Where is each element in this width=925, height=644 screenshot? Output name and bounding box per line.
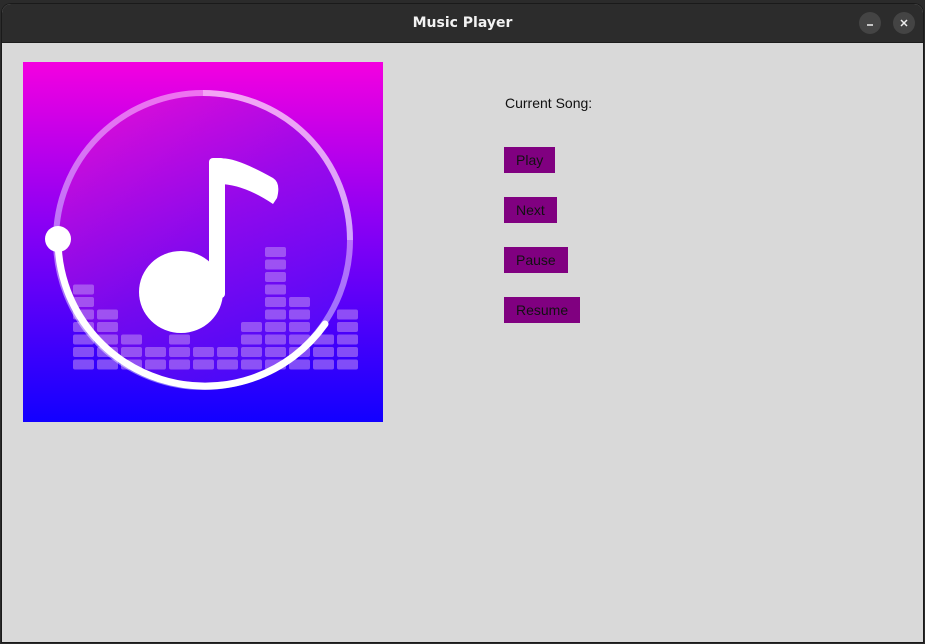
app-window: Music Player Current Song: Play Next Pau… — [2, 4, 923, 642]
next-button[interactable]: Next — [504, 197, 557, 223]
resume-button[interactable]: Resume — [504, 297, 581, 323]
close-button[interactable] — [893, 12, 915, 34]
minimize-button[interactable] — [859, 12, 881, 34]
close-icon — [900, 19, 908, 27]
play-button[interactable]: Play — [504, 147, 556, 173]
window-title: Music Player — [412, 15, 513, 31]
album-art — [23, 62, 383, 422]
music-note-icon — [23, 62, 383, 422]
minimize-icon — [867, 24, 873, 26]
title-bar[interactable]: Music Player — [2, 4, 923, 43]
pause-button[interactable]: Pause — [504, 247, 568, 273]
current-song-label: Current Song: — [505, 95, 593, 111]
player-content: Current Song: Play Next Pause Resume — [2, 43, 923, 642]
